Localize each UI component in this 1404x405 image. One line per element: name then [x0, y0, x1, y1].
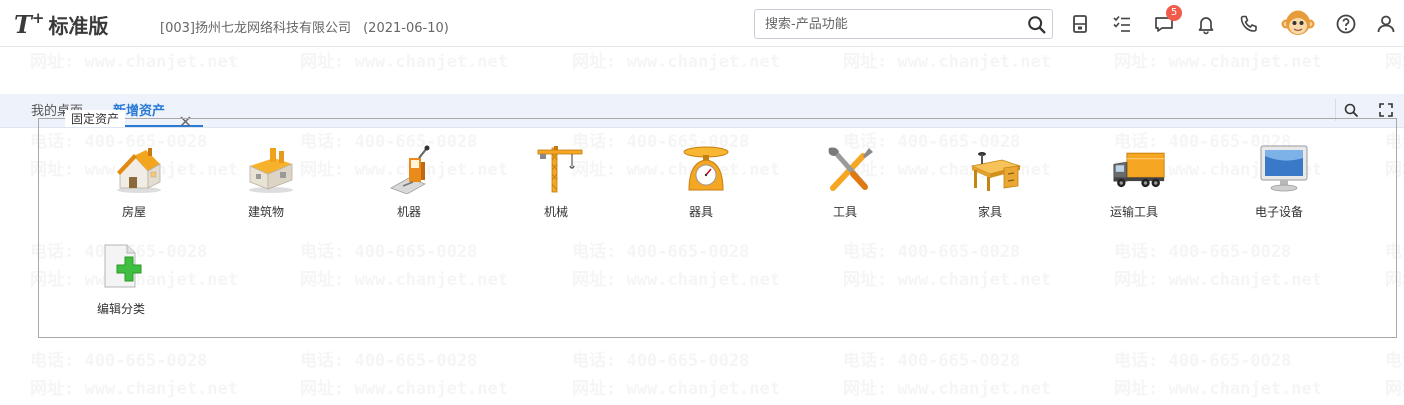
- asset-category-tools[interactable]: 工具: [800, 144, 890, 230]
- asset-category-furniture[interactable]: 家具: [945, 144, 1035, 230]
- watermark-text: 电话: 400-665-0028网址: www.chanjet.net: [1385, 351, 1404, 399]
- asset-category-label: 工具: [832, 205, 857, 219]
- machine-icon: [390, 145, 430, 194]
- search-icon[interactable]: [1026, 14, 1048, 36]
- watermark-text: 电话: 400-665-0028网址: www.chanjet.net: [30, 351, 238, 399]
- fullscreen-icon[interactable]: [1378, 102, 1394, 118]
- phone-icon[interactable]: [1237, 12, 1261, 36]
- asset-category-label: 机械: [543, 205, 568, 219]
- notification-badge: 5: [1166, 5, 1182, 21]
- message-icon[interactable]: 5: [1152, 5, 1182, 36]
- company-name: [003]扬州七龙网络科技有限公司: [160, 21, 351, 36]
- house-icon: [117, 148, 161, 193]
- asset-category-label: 房屋: [121, 205, 146, 219]
- scale-icon: [683, 146, 729, 191]
- asset-category-apparatus[interactable]: 器具: [656, 144, 746, 230]
- watermark-text: 电话: 400-665-0028网址: www.chanjet.net: [300, 351, 508, 399]
- asset-category-machine[interactable]: 机器: [364, 144, 454, 230]
- user-icon[interactable]: [1374, 12, 1398, 36]
- help-icon[interactable]: [1334, 12, 1358, 36]
- add-document-icon: [104, 244, 142, 288]
- asset-category-mechanical[interactable]: 机械: [511, 144, 601, 230]
- asset-category-label: 运输工具: [1109, 205, 1158, 219]
- asset-category-label: 电子设备: [1254, 205, 1303, 219]
- asset-category-label: 家具: [977, 205, 1002, 219]
- asset-category-label: 机器: [396, 205, 421, 219]
- watermark-text: 电话: 400-665-0028网址: www.chanjet.net: [843, 351, 1051, 399]
- desk-icon: [970, 152, 1022, 191]
- bell-icon[interactable]: [1194, 12, 1218, 36]
- building-icon: [249, 148, 293, 193]
- search-input[interactable]: [755, 10, 1017, 38]
- logo-text: 标准版: [48, 13, 109, 38]
- watermark-text: 电话: 400-665-0028网址: www.chanjet.net: [572, 351, 780, 399]
- asset-category-label: 建筑物: [247, 205, 284, 219]
- asset-category-transport[interactable]: 运输工具: [1089, 144, 1179, 230]
- watermark-text: 电话: 400-665-0028网址: www.chanjet.net: [1114, 351, 1322, 399]
- checklist-icon[interactable]: [1110, 12, 1134, 36]
- fixed-assets-group: 固定资产 房屋 建筑物 机器 机械 器具 工具 家具 运输工具 电子设备 编辑分…: [38, 110, 1397, 338]
- account-date: (2021-06-10): [363, 21, 449, 36]
- company-info: [003]扬州七龙网络科技有限公司 (2021-06-10): [160, 17, 449, 36]
- asset-category-label: 器具: [688, 205, 713, 219]
- logo-mark: T: [14, 9, 32, 39]
- edit-category-label: 编辑分类: [96, 302, 145, 316]
- truck-icon: [1113, 152, 1165, 188]
- avatar[interactable]: [1281, 7, 1315, 41]
- crane-icon: [537, 146, 583, 193]
- calculator-icon[interactable]: [1068, 12, 1092, 36]
- top-header: T + 标准版 [003]扬州七龙网络科技有限公司 (2021-06-10) 5: [0, 0, 1404, 47]
- logo-plus: +: [31, 9, 45, 27]
- asset-category-electronics[interactable]: 电子设备: [1234, 144, 1324, 230]
- asset-category-building[interactable]: 建筑物: [221, 144, 311, 230]
- tab-search-icon[interactable]: [1343, 102, 1359, 118]
- monitor-icon: [1260, 145, 1308, 192]
- edit-category-button[interactable]: 编辑分类: [76, 241, 166, 327]
- fixed-assets-legend: 固定资产: [65, 110, 126, 127]
- search-box: [754, 9, 1053, 39]
- tools-icon: [828, 147, 873, 191]
- asset-category-house[interactable]: 房屋: [89, 144, 179, 230]
- product-logo[interactable]: T + 标准版: [14, 8, 108, 40]
- close-icon[interactable]: [180, 106, 191, 127]
